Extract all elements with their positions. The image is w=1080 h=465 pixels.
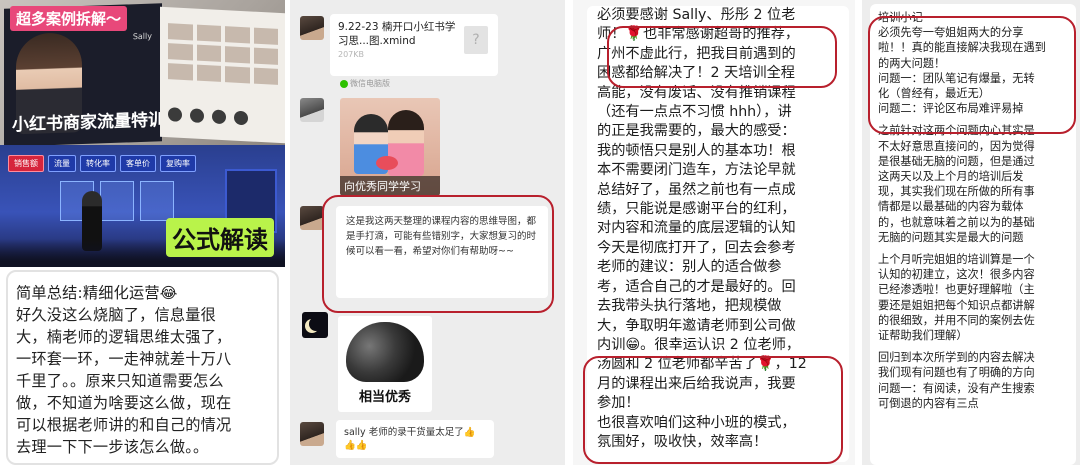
notes-line: 之前针对这两个问题内心其实是 [878, 124, 1035, 138]
avatar[interactable] [300, 206, 324, 230]
feedback-line: 今天是彻底打开了，回去会参考 [597, 239, 796, 256]
panel-chat-mindmap: 9.22-23 楠开口小红书学习思...图.xmind 207KB ? 微信电脑… [290, 0, 565, 465]
notes-title: 培训小记 [878, 11, 923, 24]
message-text: sally 老师的录干货量太足了👍👍👍 [344, 427, 476, 451]
panel-training-notes: 培训小记 必须先夸一夸姐姐两大的分享 啦！！真的能直接解决我现在遇到 的两大问题… [862, 0, 1080, 465]
note-line: 去理一下下一步该怎么做。。 [16, 438, 209, 456]
feedback-line: 高能，没有废话、没有推销课程 [597, 84, 796, 101]
notes-line: 要还是姐姐把每个知识点都讲解 [878, 298, 1035, 312]
course-book-photo: Sally 小红书商家流量特训营 超多案例拆解～ [0, 0, 285, 145]
feedback-line: 师！🌹也非常感谢超哥的推荐， [597, 26, 800, 43]
moon-avatar[interactable] [302, 312, 328, 338]
note-line: 千里了。。原来只知道需要怎么 [16, 372, 224, 390]
note-line: 可以根据老师讲的和自己的情况 [16, 416, 232, 434]
summary-note: 简单总结:精细化运营😂 好久没这么烧脑了，信息量很 大，楠老师的逻辑思维太强了，… [6, 270, 279, 465]
feedback-line: 广州不虚此行，把我目前遇到的 [597, 45, 796, 62]
feedback-line: 我的顿悟只是别人的基本功！根 [597, 142, 796, 159]
feedback-line: 必须要感谢 Sally、彤彤 2 位老 [597, 7, 796, 23]
notes-line: 的，也就意味着之前以为的基础 [878, 215, 1035, 229]
notes-line: 的两大问题！ [878, 56, 946, 70]
note-line: 大，楠老师的逻辑思维太强了， [16, 328, 232, 346]
image-caption: 向优秀同学学习 [340, 176, 440, 196]
projection-screen [60, 181, 174, 221]
feedback-line: 考，适合自己的才是最好的。回 [597, 278, 796, 295]
notes-line: 情都是以最基础的内容为载体 [878, 200, 1024, 214]
notes-line: 化（曾经有，最近无） [878, 87, 990, 101]
notes-line: 的很细致，并用不同的案例去佐 [878, 313, 1035, 327]
feedback-line: 老师的建议：别人的适合做参 [597, 259, 782, 276]
text-message[interactable]: sally 老师的录干货量太足了👍👍👍 [336, 420, 494, 458]
notes-line: 问题一：团队笔记有爆量，无转 [878, 71, 1035, 85]
banner-item: 转化率 [80, 155, 116, 172]
note-line: 好久没这么烧脑了，信息量很 [16, 306, 217, 324]
notes-line: 问题一：有阅读，没有产生搜索 [878, 381, 1035, 395]
image-message[interactable]: 向优秀同学学习 [340, 98, 440, 196]
book-inner-pages [160, 6, 285, 144]
feedback-line: 本不需要闭门造车，方法论早就 [597, 162, 796, 179]
avatar[interactable] [300, 98, 324, 122]
meme-caption: 相当优秀 [358, 390, 411, 405]
feedback-line: 对内容和流量的底层逻辑的认知 [597, 220, 796, 237]
notes-line: 不太好意思直接问的，因为觉得 [878, 139, 1035, 153]
avatar[interactable] [300, 422, 324, 446]
bouquet-icon [376, 156, 398, 170]
notes-line: 是很基础无脑的问题，但是通过 [878, 154, 1035, 168]
message-text: 这是我这两天整理的课程内容的思维导图，都是手打滴，可能有些错别字，大家想复习的时… [346, 216, 537, 257]
notes-line: 回归到本次所学到的内容去解决 [878, 351, 1035, 365]
notes-line: 认知的初建立，这次！很多内容 [878, 268, 1035, 282]
note-line: 做，不知道为啥要这么做，现在 [16, 394, 232, 412]
panel-course-photos: Sally 小红书商家流量特训营 超多案例拆解～ 销售额 流量 转化率 客单价 … [0, 0, 285, 465]
panel-feedback-long: 必须要感谢 Sally、彤彤 2 位老 师！🌹也非常感谢超哥的推荐， 广州不虚此… [573, 0, 855, 465]
notes-line: 可倒退的内容有三点 [878, 396, 979, 410]
notes-line: 证帮助我们理解） [878, 329, 968, 343]
file-source: 微信电脑版 [340, 78, 390, 89]
note-line: 一环套一环，一走神就差十万八 [16, 350, 232, 368]
note-line: 简单总结:精细化运营😂 [16, 284, 178, 302]
formula-label: 公式解读 [166, 218, 274, 257]
feedback-line: 去我带头执行落地，把规模做 [597, 298, 782, 315]
formula-banner: 销售额 流量 转化率 客单价 复购率 [8, 155, 196, 172]
training-notes-message: 培训小记 必须先夸一夸姐姐两大的分享 啦！！真的能直接解决我现在遇到 的两大问题… [870, 4, 1076, 465]
feedback-line: 汤圆和 2 位老师都辛苦了🌹，12 [597, 356, 807, 373]
banner-item: 销售额 [8, 155, 44, 172]
feedback-line: 内训😁。很幸运认识 2 位老师， [597, 336, 801, 353]
notes-line: 我们现有问题也有了明确的方向 [878, 366, 1035, 380]
text-message[interactable]: 这是我这两天整理的课程内容的思维导图，都是手打滴，可能有些错别字，大家想复习的时… [336, 206, 548, 298]
notes-line: 啦！！真的能直接解决我现在遇到 [878, 41, 1046, 55]
file-name: 9.22-23 楠开口小红书学习思...图.xmind [338, 21, 456, 47]
feedback-line: 绩，只能说是感谢平台的红利， [597, 201, 796, 218]
notes-line: 上个月听完姐姐的培训算是一个 [878, 253, 1035, 267]
case-study-tag: 超多案例拆解～ [10, 6, 128, 31]
sticker-message[interactable]: 相当优秀 [338, 316, 432, 412]
feedback-line: 氛围好，吸收快，效率高！ [597, 433, 768, 450]
feedback-message: 必须要感谢 Sally、彤彤 2 位老 师！🌹也非常感谢超哥的推荐， 广州不虚此… [587, 6, 849, 462]
feedback-line: 月的课程出来后给我说声，我要 [597, 375, 796, 392]
notes-line: 现，其实我们现在所做的所有事 [878, 185, 1035, 199]
notes-line: 问题二：评论区布局难评易掉 [878, 102, 1024, 116]
file-icon: ? [464, 26, 488, 54]
avatar[interactable] [300, 16, 324, 40]
notes-line: 这两天以及上个月的培训后发 [878, 170, 1024, 184]
banner-item: 客单价 [120, 155, 156, 172]
feedback-line: 参加！ [597, 395, 640, 412]
feedback-line: （还有一点点不习惯 hhh），讲 [597, 104, 792, 121]
feedback-line: 困惑都给解决了！2 天培训全程 [597, 65, 795, 82]
feedback-line: 总结好了，虽然之前也有一点成 [597, 181, 796, 198]
wechat-icon [340, 79, 348, 88]
notes-line: 无脑的问题其实是最大的问题 [878, 230, 1024, 244]
feedback-line: 的正是我需要的，最大的感受： [597, 123, 796, 140]
book-cover-title: 小红书商家流量特训营 [12, 109, 182, 136]
banner-item: 流量 [48, 155, 76, 172]
feedback-line: 也很喜欢咱们这种小班的模式， [597, 414, 796, 431]
notes-line: 已经渗透啦！也更好理解啦（主 [878, 283, 1035, 297]
notes-line: 必须先夸一夸姐姐两大的分享 [878, 26, 1024, 40]
file-message[interactable]: 9.22-23 楠开口小红书学习思...图.xmind 207KB ? [330, 14, 498, 76]
banner-item: 复购率 [160, 155, 196, 172]
feedback-line: 大，争取明年邀请老师到公司做 [597, 317, 796, 334]
meme-face [346, 322, 424, 382]
book-brand: Sally [132, 31, 152, 42]
